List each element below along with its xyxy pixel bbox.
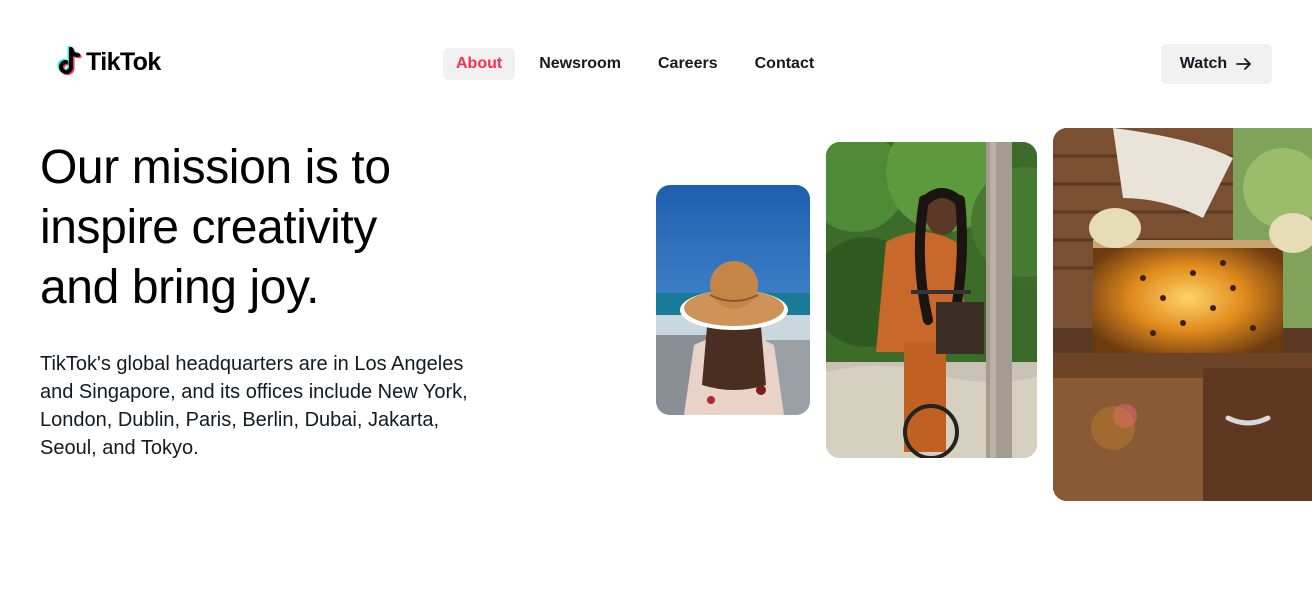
tiktok-note-icon [57, 46, 82, 76]
main-nav: About Newsroom Careers Contact [443, 48, 838, 80]
nav-about[interactable]: About [443, 48, 516, 80]
photo-bicycle [826, 142, 1037, 458]
photo-sun-hat [656, 185, 810, 415]
nav-newsroom[interactable]: Newsroom [526, 48, 634, 80]
logo-wordmark: TikTok [86, 47, 161, 76]
watch-button[interactable]: Watch [1161, 44, 1272, 84]
tiktok-logo[interactable]: TikTok [56, 46, 161, 78]
arrow-right-icon [1236, 58, 1252, 70]
watch-button-label: Watch [1179, 55, 1228, 72]
nav-contact[interactable]: Contact [742, 48, 828, 80]
hero-headline: Our mission is to inspire creativity and… [40, 141, 391, 314]
nav-careers[interactable]: Careers [645, 48, 731, 80]
photo-beekeeper [1053, 128, 1312, 501]
hero-description: TikTok's global headquarters are in Los … [40, 353, 468, 459]
